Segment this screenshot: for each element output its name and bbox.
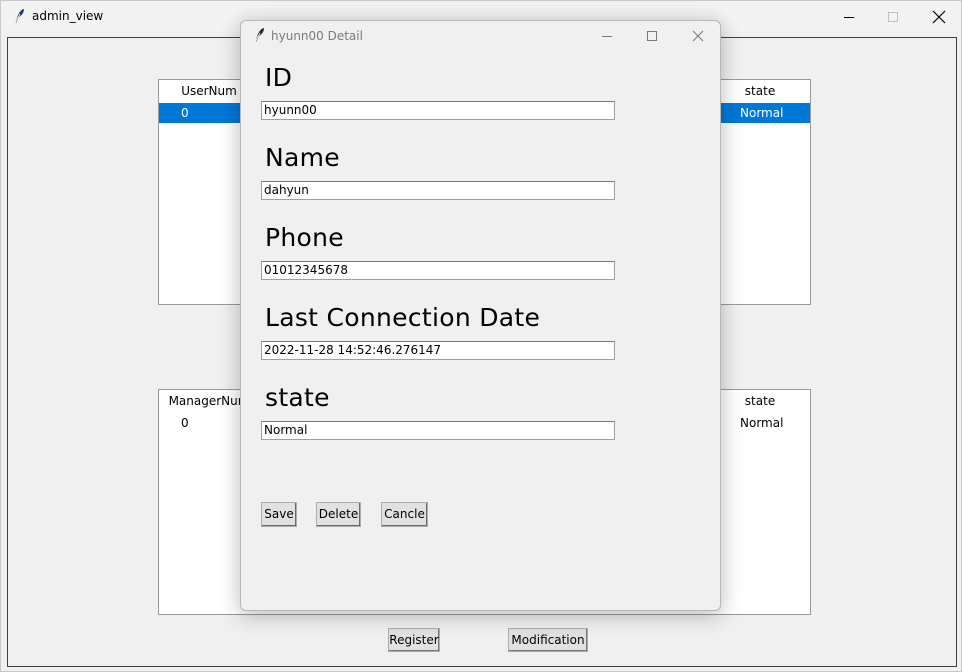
delete-button[interactable]: Delete (316, 502, 361, 527)
feather-icon (252, 27, 266, 43)
phone-field[interactable]: 01012345678 (261, 261, 615, 280)
dialog-minimize-button[interactable] (585, 21, 629, 51)
cell-state: Normal (740, 416, 784, 430)
maximize-button[interactable] (870, 1, 916, 32)
register-button[interactable]: Register (388, 628, 440, 652)
field-label-last-connection-date: Last Connection Date (265, 303, 541, 332)
close-icon (932, 10, 946, 23)
field-label-id: ID (265, 63, 293, 92)
cancel-button[interactable]: Cancle (381, 502, 428, 527)
column-header-state[interactable]: state (710, 80, 810, 102)
name-field[interactable]: dahyun (261, 181, 615, 200)
close-icon (692, 30, 704, 42)
column-header-state[interactable]: state (710, 390, 810, 412)
dialog-close-button[interactable] (676, 21, 720, 51)
state-field[interactable]: Normal (261, 421, 615, 440)
modification-button[interactable]: Modification (508, 628, 588, 652)
minimize-icon (602, 36, 612, 37)
window-title: admin_view (32, 9, 104, 23)
cell-state: Normal (740, 106, 784, 120)
dialog-title: hyunn00 Detail (271, 29, 363, 43)
maximize-icon (888, 11, 898, 22)
feather-icon (12, 8, 26, 24)
cell-usernum: 0 (181, 106, 189, 120)
cell-managernum: 0 (181, 416, 189, 430)
last-connection-date-field[interactable]: 2022-11-28 14:52:46.276147 (261, 341, 615, 360)
id-field[interactable]: hyunn00 (261, 101, 615, 120)
detail-dialog: hyunn00 Detail ID hyunn00 Name dahyun Ph… (240, 20, 721, 611)
field-label-state: state (265, 383, 330, 412)
minimize-icon (844, 16, 854, 18)
close-button[interactable] (916, 1, 962, 32)
field-label-name: Name (265, 143, 340, 172)
save-button[interactable]: Save (261, 502, 297, 527)
field-label-phone: Phone (265, 223, 344, 252)
maximize-icon (647, 31, 657, 41)
dialog-maximize-button[interactable] (630, 21, 674, 51)
dialog-titlebar[interactable]: hyunn00 Detail (241, 21, 720, 52)
minimize-button[interactable] (826, 1, 872, 32)
